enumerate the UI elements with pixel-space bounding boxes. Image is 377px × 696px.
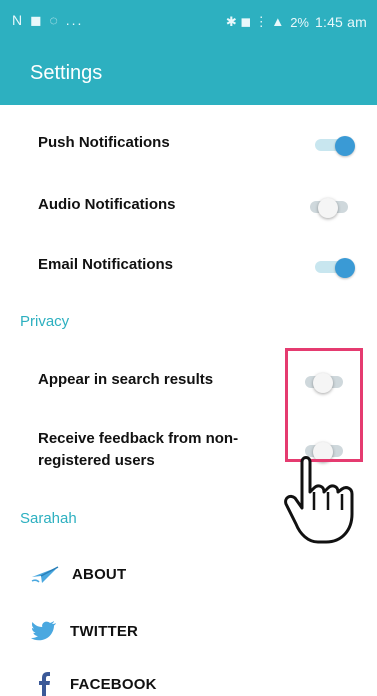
feedback-label-line1: Receive feedback from non- [38, 430, 239, 447]
about-link[interactable]: ABOUT [30, 563, 126, 585]
feedback-label-line2: registered users [38, 452, 155, 469]
twitter-link[interactable]: TWITTER [30, 619, 138, 643]
audio-notifications-label: Audio Notifications [38, 196, 176, 213]
status-bar: N ◼ ◌ ... ✱ ◼ ⋮ ▲ 2% 1:45 am [0, 0, 377, 50]
twitter-bird-icon [31, 621, 56, 641]
app-bar: Settings [0, 50, 377, 105]
page-title: Settings [30, 62, 103, 84]
status-right: ✱ ◼ ⋮ ▲ 2% 1:45 am [226, 14, 367, 30]
battery-percent: 2% [290, 14, 309, 30]
sarahah-section-title: Sarahah [20, 510, 77, 527]
status-right-icons: ✱ ◼ ⋮ ▲ [225, 14, 285, 29]
appear-in-search-label: Appear in search results [38, 371, 214, 388]
email-notifications-row[interactable]: Email Notifications [0, 252, 377, 282]
audio-notifications-toggle[interactable] [310, 198, 348, 218]
toggle-thumb [318, 198, 338, 218]
hand-pointer-icon [284, 456, 354, 544]
plane-icon [31, 566, 59, 583]
clock: 1:45 am [315, 14, 367, 30]
toggle-thumb [335, 258, 355, 278]
facebook-label: FACEBOOK [70, 675, 157, 693]
status-left-icons: N ◼ ◌ ... [12, 12, 84, 28]
toggle-thumb [335, 136, 355, 156]
email-notifications-toggle[interactable] [315, 258, 355, 278]
facebook-icon [39, 672, 50, 696]
about-label: ABOUT [72, 565, 127, 583]
email-notifications-label: Email Notifications [38, 256, 174, 273]
twitter-label: TWITTER [70, 622, 139, 640]
audio-notifications-row[interactable]: Audio Notifications [0, 192, 377, 222]
push-notifications-row[interactable]: Push Notifications [0, 130, 377, 160]
highlight-box [285, 348, 363, 462]
push-notifications-toggle[interactable] [315, 136, 355, 156]
privacy-section-title: Privacy [20, 313, 70, 330]
push-notifications-label: Push Notifications [38, 134, 170, 151]
facebook-link[interactable]: FACEBOOK [30, 672, 157, 696]
